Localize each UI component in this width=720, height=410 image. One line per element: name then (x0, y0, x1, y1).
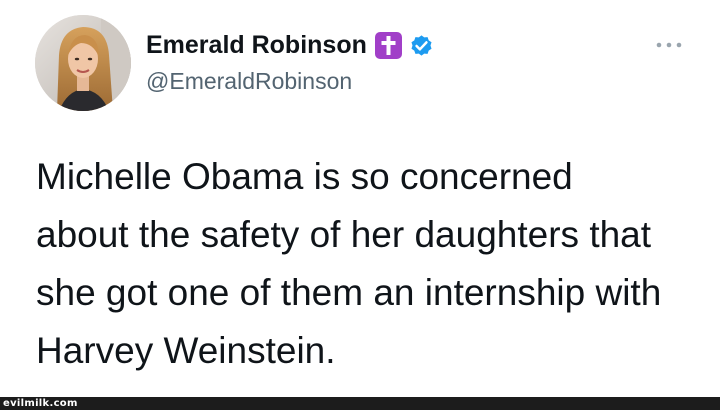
verified-badge-icon (408, 32, 435, 59)
author-name-row: Emerald Robinson (146, 28, 435, 62)
latin-cross-emoji-icon (374, 31, 402, 59)
avatar-photo (35, 15, 131, 111)
avatar[interactable] (35, 15, 131, 111)
tweet-text-line: she got one of them an internship with (36, 272, 662, 313)
watermark-text: evilmilk.com (3, 398, 78, 409)
tweet-text-line: about the safety of her daughters that (36, 214, 652, 255)
author-display-name[interactable]: Emerald Robinson (146, 28, 367, 62)
tweet-card: Emerald Robinson @EmeraldRobinson Michel… (0, 0, 720, 397)
author-handle[interactable]: @EmeraldRobinson (146, 66, 352, 96)
tweet-text-line: Harvey Weinstein. (36, 330, 336, 371)
tweet-text-line: Michelle Obama is so concerned (36, 156, 573, 197)
watermark-bar: evilmilk.com (0, 397, 720, 410)
tweet-text: Michelle Obama is so concerned about the… (36, 148, 696, 380)
more-options-icon[interactable] (652, 36, 686, 54)
